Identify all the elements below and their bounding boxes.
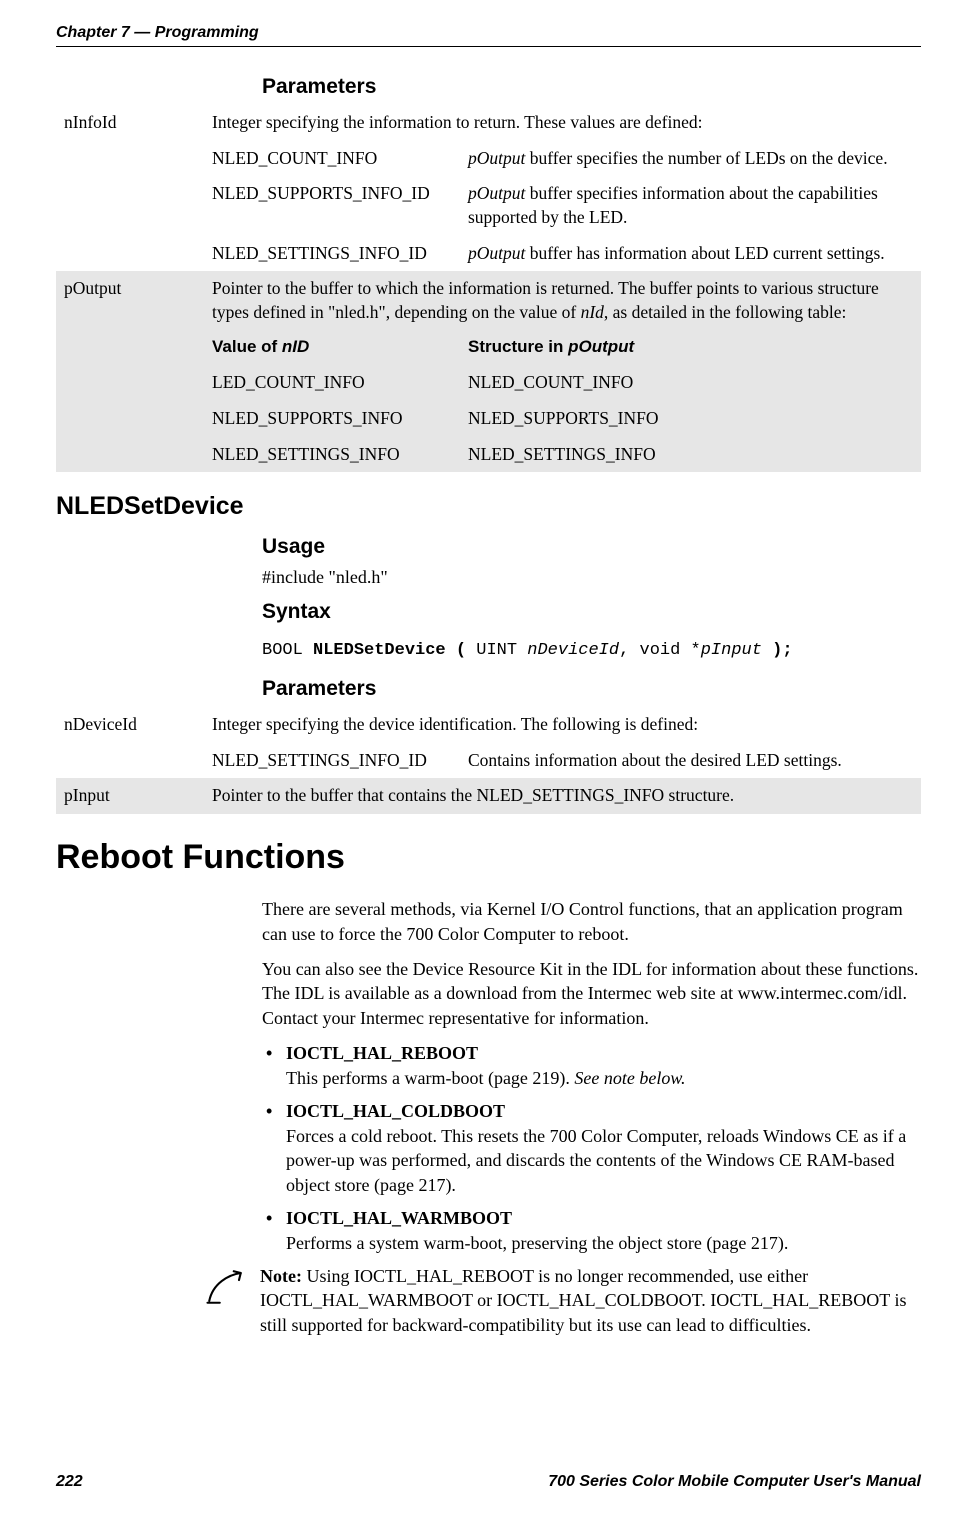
param-key: pInput (56, 778, 204, 814)
reboot-p1: There are several methods, via Kernel I/… (262, 897, 921, 947)
param-value-meaning: pOutput buffer specifies the number of L… (460, 141, 921, 177)
runhead-sep: — (130, 24, 155, 41)
poutput-italic: pOutput (468, 183, 525, 203)
page-footer: 222 700 Series Color Mobile Computer Use… (56, 1473, 921, 1491)
poutput-italic: pOutput (468, 148, 525, 168)
param-value-name: NLED_SETTINGS_INFO_ID (204, 743, 460, 779)
param-subrow: NLED_SETTINGS_INFO NLED_SETTINGS_INFO (56, 437, 921, 473)
note-body: Using IOCTL_HAL_REBOOT is no longer reco… (260, 1266, 906, 1336)
param-desc: Integer specifying the information to re… (204, 105, 921, 141)
param-desc: Pointer to the buffer to which the infor… (204, 271, 921, 330)
param-desc: Pointer to the buffer that contains the … (204, 778, 921, 814)
map-struct: NLED_SETTINGS_INFO (460, 437, 921, 473)
subhead-value-of-nid: Value of nID (204, 330, 460, 365)
runhead-title: Programming (155, 24, 259, 41)
nid-italic: nId (581, 302, 604, 322)
reboot-functions-heading: Reboot Functions (56, 838, 921, 877)
param-key: pOutput (56, 271, 204, 330)
nledsetdevice-heading: NLEDSetDevice (56, 492, 921, 521)
bullet-hal-coldboot: IOCTL_HAL_COLDBOOT Forces a cold reboot.… (262, 1099, 921, 1198)
bullet-desc: Performs a system warm-boot, preserving … (286, 1233, 788, 1253)
param-value-name: NLED_SUPPORTS_INFO_ID (204, 176, 460, 235)
param-subrow: NLED_SUPPORTS_INFO_ID pOutput buffer spe… (56, 176, 921, 235)
map-struct: NLED_SUPPORTS_INFO (460, 401, 921, 437)
running-header: Chapter 7 — Programming (56, 24, 921, 42)
param-subrow: NLED_COUNT_INFO pOutput buffer specifies… (56, 141, 921, 177)
footer-page-number: 222 (56, 1473, 83, 1491)
map-value: NLED_SETTINGS_INFO (204, 437, 460, 473)
note-label: Note: (260, 1266, 306, 1286)
syntax-line: BOOL NLEDSetDevice ( UINT nDeviceId, voi… (262, 641, 921, 660)
map-struct: NLED_COUNT_INFO (460, 365, 921, 401)
param-subheader: Value of nID Structure in pOutput (56, 330, 921, 365)
bullet-title: IOCTL_HAL_COLDBOOT (286, 1101, 505, 1121)
reboot-bullets: IOCTL_HAL_REBOOT This performs a warm-bo… (262, 1041, 921, 1256)
param-subrow: NLED_SETTINGS_INFO_ID pOutput buffer has… (56, 236, 921, 272)
param-desc: Integer specifying the device identifica… (204, 707, 921, 743)
parameters-heading: Parameters (262, 75, 921, 99)
bullet-hal-reboot: IOCTL_HAL_REBOOT This performs a warm-bo… (262, 1041, 921, 1091)
bullet-hal-warmboot: IOCTL_HAL_WARMBOOT Performs a system war… (262, 1206, 921, 1256)
param-value-name: NLED_SETTINGS_INFO_ID (204, 236, 460, 272)
bullet-desc: Forces a cold reboot. This resets the 70… (286, 1126, 906, 1196)
map-value: NLED_SUPPORTS_INFO (204, 401, 460, 437)
param-subrow: NLED_SETTINGS_INFO_ID Contains informati… (56, 743, 921, 779)
map-value: LED_COUNT_INFO (204, 365, 460, 401)
param-key: nDeviceId (56, 707, 204, 743)
param-subrow: LED_COUNT_INFO NLED_COUNT_INFO (56, 365, 921, 401)
param-value-meaning: Contains information about the desired L… (460, 743, 921, 779)
param-row-ndeviceid: nDeviceId Integer specifying the device … (56, 707, 921, 743)
subhead-structure: Structure in pOutput (460, 330, 921, 365)
footer-title: 700 Series Color Mobile Computer User's … (548, 1473, 921, 1491)
runhead-chapter: Chapter 7 (56, 24, 130, 41)
page: Chapter 7 — Programming Parameters nInfo… (0, 0, 977, 1519)
reboot-functions-body: There are several methods, via Kernel I/… (262, 897, 921, 1256)
param-row-pinput: pInput Pointer to the buffer that contai… (56, 778, 921, 814)
param-subrow: NLED_SUPPORTS_INFO NLED_SUPPORTS_INFO (56, 401, 921, 437)
note-row: Note: Using IOCTL_HAL_REBOOT is no longe… (204, 1264, 921, 1338)
parameters-table-2: nDeviceId Integer specifying the device … (56, 707, 921, 814)
param-value-name: NLED_COUNT_INFO (204, 141, 460, 177)
note-icon (204, 1266, 246, 1308)
param-row-ninfoid: nInfoId Integer specifying the informati… (56, 105, 921, 141)
bullet-desc: This performs a warm-boot (page 219). Se… (286, 1068, 686, 1088)
section-parameters-1: Parameters (262, 75, 921, 99)
usage-body: #include "nled.h" (262, 565, 921, 590)
param-value-meaning: pOutput buffer specifies information abo… (460, 176, 921, 235)
param-row-poutput: pOutput Pointer to the buffer to which t… (56, 271, 921, 330)
parameters-table-1: nInfoId Integer specifying the informati… (56, 105, 921, 472)
note-text: Note: Using IOCTL_HAL_REBOOT is no longe… (260, 1264, 921, 1338)
parameters-heading-2: Parameters (262, 677, 921, 701)
poutput-italic: pOutput (468, 243, 525, 263)
param-key: nInfoId (56, 105, 204, 141)
bullet-title: IOCTL_HAL_REBOOT (286, 1043, 478, 1063)
syntax-heading: Syntax (262, 600, 921, 624)
header-rule (56, 46, 921, 47)
bullet-title: IOCTL_HAL_WARMBOOT (286, 1208, 512, 1228)
reboot-p2: You can also see the Device Resource Kit… (262, 957, 921, 1031)
nledsetdevice-body: Usage #include "nled.h" Syntax BOOL NLED… (262, 535, 921, 701)
param-value-meaning: pOutput buffer has information about LED… (460, 236, 921, 272)
usage-heading: Usage (262, 535, 921, 559)
